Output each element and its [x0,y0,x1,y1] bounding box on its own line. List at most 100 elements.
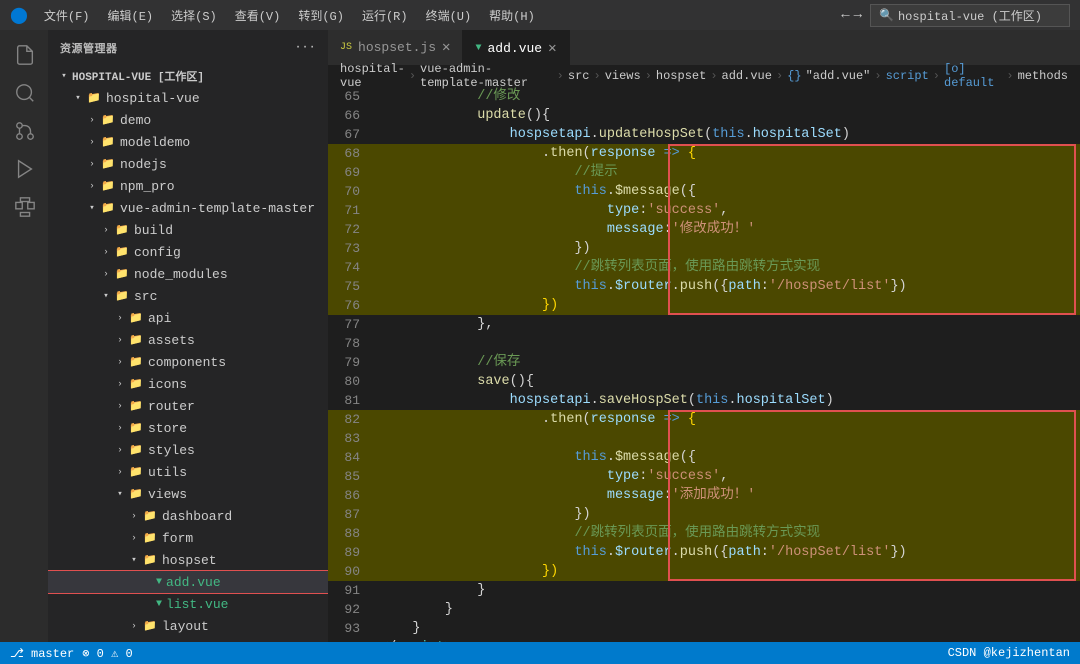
folder-label: nodejs [120,157,167,172]
token: '/hospSet/list' [769,545,891,560]
sidebar-item-config[interactable]: ›📁config [48,241,328,263]
sidebar-item-hospital-vue[interactable]: ▾📁hospital-vue [48,87,328,109]
activity-search-icon[interactable] [7,76,41,110]
tab-bar: JShospset.js✕▼add.vue✕ [328,30,1080,65]
folder-icon: 📁 [142,618,158,634]
folder-arrow: › [112,376,128,392]
folder-arrow: › [126,508,142,524]
nav-fwd-button[interactable]: → [854,7,862,23]
sidebar-item-router[interactable]: ›📁router [48,395,328,417]
tab-hospset.js[interactable]: JShospset.js✕ [328,30,463,65]
activity-files-icon[interactable] [7,38,41,72]
sidebar-item-store[interactable]: ›📁store [48,417,328,439]
breadcrumb-separator: › [1006,69,1013,83]
menu-item[interactable]: 运行(R) [354,5,416,26]
sidebar-item-src[interactable]: ▾📁src [48,285,328,307]
sidebar-more-icon[interactable]: ··· [295,42,316,54]
token: }) [890,545,906,560]
code-editor[interactable]: 65 //修改66 update(){67 hospsetapi.updateH… [328,87,1080,642]
code-line: 68 .then(response => { [328,144,1080,163]
activity-debug-icon[interactable] [7,152,41,186]
token [380,393,510,408]
folder-arrow: › [112,464,128,480]
global-search-box[interactable]: 🔍 hospital-vue (工作区) [870,4,1070,27]
folder-arrow: › [112,354,128,370]
sidebar-item-layout[interactable]: ›📁layout [48,615,328,637]
sidebar-item-npm_pro[interactable]: ›📁npm_pro [48,175,328,197]
line-number: 88 [328,524,376,543]
token: }, [477,317,493,332]
tab-close-button[interactable]: ✕ [548,40,556,57]
sidebar-item-hospital-vue-[工作区][interactable]: ▾HOSPITAL-VUE [工作区] [48,65,328,87]
breadcrumb-separator: › [874,69,881,83]
tab-add.vue[interactable]: ▼add.vue✕ [463,30,569,65]
sidebar-item-list.vue[interactable]: ▼list.vue [48,593,328,615]
tab-close-button[interactable]: ✕ [442,39,450,56]
activity-git-icon[interactable] [7,114,41,148]
token [380,526,574,541]
menu-item[interactable]: 选择(S) [163,5,225,26]
line-content: //修改 [376,87,1080,106]
sidebar-item-demo[interactable]: ›📁demo [48,109,328,131]
folder-arrow: › [112,442,128,458]
vscode-icon: ⬤ [10,5,28,25]
line-content: save(){ [376,372,1080,391]
token: $message [615,450,680,465]
menu-item[interactable]: 转到(G) [290,5,352,26]
token [380,602,445,617]
sidebar-item-nodejs[interactable]: ›📁nodejs [48,153,328,175]
line-content: message:'修改成功！' [376,220,1080,239]
token [380,89,477,104]
folder-icon: 📁 [142,530,158,546]
token: . [591,393,599,408]
breadcrumb: hospital-vue›vue-admin-template-master›s… [328,65,1080,87]
token [380,564,542,579]
line-number: 94 [328,638,376,642]
token: path [728,279,760,294]
breadcrumb-separator: › [557,69,564,83]
menu-item[interactable]: 文件(F) [36,5,98,26]
sidebar-item-form[interactable]: ›📁form [48,527,328,549]
folder-label: form [162,531,193,546]
token: </ [380,640,396,642]
line-number: 78 [328,334,376,353]
git-branch-icon: ⎇ master [10,646,74,661]
folder-icon: 📁 [114,288,130,304]
token: > [445,640,453,642]
sidebar-item-styles[interactable]: ›📁styles [48,439,328,461]
sidebar-item-node_modules[interactable]: ›📁node_modules [48,263,328,285]
titlebar: ⬤ 文件(F)编辑(E)选择(S)查看(V)转到(G)运行(R)终端(U)帮助(… [0,0,1080,30]
folder-label: utils [148,465,187,480]
sidebar-item-modeldemo[interactable]: ›📁modeldemo [48,131,328,153]
code-line: 72 message:'修改成功！' [328,220,1080,239]
token: //保存 [477,355,520,370]
sidebar-item-hospset[interactable]: ▾📁hospset [48,549,328,571]
sidebar-item-icons[interactable]: ›📁icons [48,373,328,395]
code-line: 81 hospsetapi.saveHospSet(this.hospitalS… [328,391,1080,410]
token [380,355,477,370]
menu-item[interactable]: 编辑(E) [100,5,162,26]
sidebar-item-add.vue[interactable]: ▼add.vue [48,571,328,593]
line-number: 87 [328,505,376,524]
sidebar-item-assets[interactable]: ›📁assets [48,329,328,351]
breadcrumb-item: [o] default [944,62,1002,90]
sidebar-item-components[interactable]: ›📁components [48,351,328,373]
token: ({ [680,184,696,199]
sidebar-item-utils[interactable]: ›📁utils [48,461,328,483]
menu-item[interactable]: 帮助(H) [481,5,543,26]
activity-extensions-icon[interactable] [7,190,41,224]
menu-item[interactable]: 查看(V) [227,5,289,26]
nav-back-button[interactable]: ← [841,7,849,23]
code-line: 82 .then(response => { [328,410,1080,429]
sidebar-item-views[interactable]: ▾📁views [48,483,328,505]
sidebar-item-dashboard[interactable]: ›📁dashboard [48,505,328,527]
sidebar-header: 资源管理器 ··· [48,30,328,65]
sidebar-item-api[interactable]: ›📁api [48,307,328,329]
sidebar-item-vue-admin-template-master[interactable]: ▾📁vue-admin-template-master [48,197,328,219]
token [380,184,574,199]
token: { [526,374,534,389]
menu-item[interactable]: 终端(U) [418,5,480,26]
folder-label: views [148,487,187,502]
token: response [591,412,656,427]
sidebar-item-build[interactable]: ›📁build [48,219,328,241]
